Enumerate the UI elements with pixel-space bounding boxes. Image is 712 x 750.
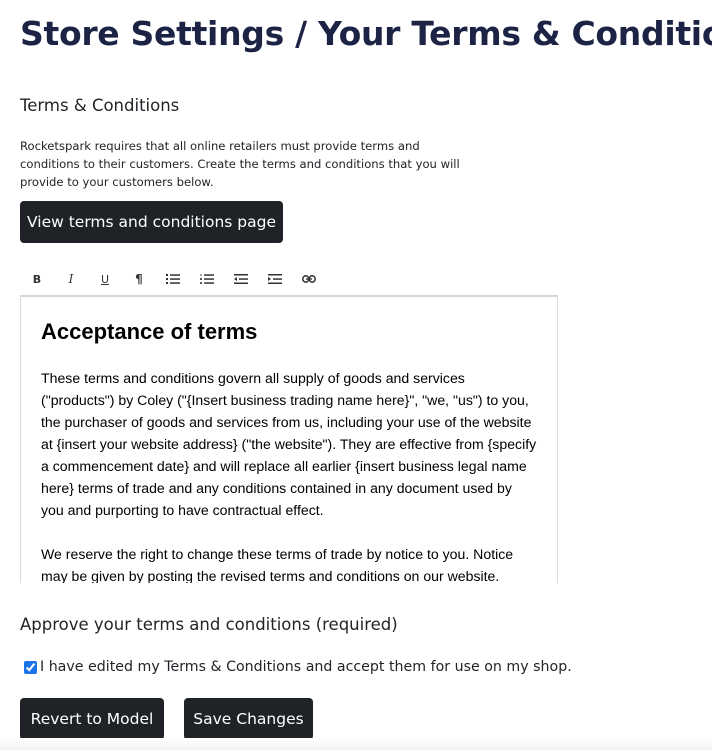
italic-button[interactable]: I: [54, 266, 88, 292]
bold-button[interactable]: B: [20, 266, 54, 292]
approve-section-title: Approve your terms and conditions (requi…: [20, 615, 398, 634]
editor-paragraph: These terms and conditions govern all su…: [41, 370, 537, 518]
save-changes-button[interactable]: Save Changes: [184, 698, 313, 740]
outdent-button[interactable]: [224, 266, 258, 292]
numbered-list-icon: [200, 274, 214, 284]
page-title: Store Settings / Your Terms & Conditions: [20, 14, 712, 53]
outdent-icon: [234, 274, 248, 284]
indent-button[interactable]: [258, 266, 292, 292]
terms-intro-text: Rocketspark requires that all online ret…: [20, 139, 460, 189]
terms-section-title: Terms & Conditions: [20, 96, 180, 115]
revert-to-model-button[interactable]: Revert to Model: [20, 698, 164, 740]
terms-editor[interactable]: Acceptance of terms These terms and cond…: [20, 295, 558, 583]
indent-icon: [268, 274, 282, 284]
paragraph-icon: ¶: [135, 272, 143, 286]
link-button[interactable]: [292, 266, 326, 292]
accept-terms-row[interactable]: I have edited my Terms & Conditions and …: [24, 659, 572, 675]
paragraph-button[interactable]: ¶: [122, 266, 156, 292]
italic-icon: I: [68, 272, 74, 286]
link-icon: [302, 275, 316, 283]
underline-button[interactable]: U: [88, 266, 122, 292]
accept-terms-label: I have edited my Terms & Conditions and …: [40, 659, 572, 675]
bold-icon: B: [32, 272, 42, 286]
bulleted-list-icon: [166, 274, 180, 284]
accept-terms-checkbox[interactable]: [24, 660, 37, 674]
editor-heading: Acceptance of terms: [41, 319, 258, 344]
underline-icon: U: [100, 272, 110, 286]
numbered-list-button[interactable]: [190, 266, 224, 292]
editor-toolbar: B I U ¶: [20, 266, 326, 292]
bulleted-list-button[interactable]: [156, 266, 190, 292]
view-terms-page-button[interactable]: View terms and conditions page: [20, 201, 283, 243]
editor-paragraph: We reserve the right to change these ter…: [41, 546, 514, 583]
